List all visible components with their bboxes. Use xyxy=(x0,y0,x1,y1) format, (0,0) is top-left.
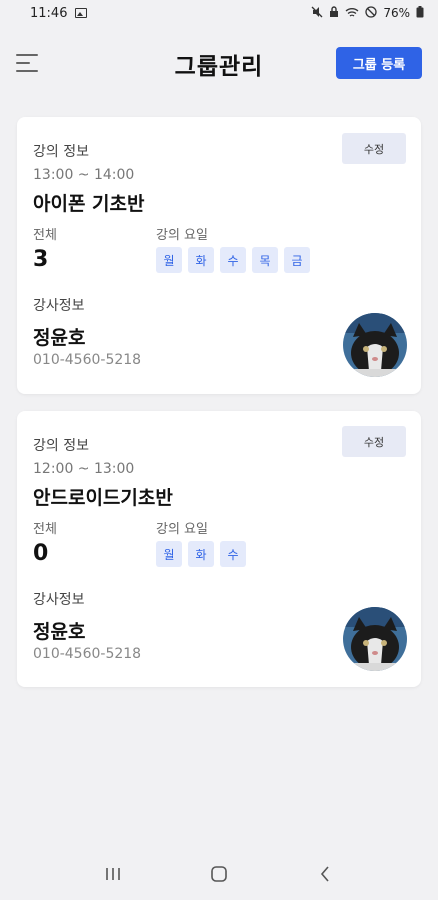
day-chip: 금 xyxy=(284,247,310,273)
blocked-icon xyxy=(365,6,377,20)
menu-icon[interactable] xyxy=(16,54,38,72)
course-time: 12:00 ~ 13:00 xyxy=(33,461,135,477)
day-chip: 수 xyxy=(220,247,246,273)
course-name: 안드로이드기초반 xyxy=(33,487,173,509)
system-nav-bar xyxy=(0,848,438,900)
instructor-avatar xyxy=(343,313,407,377)
status-time: 11:46 xyxy=(30,5,68,21)
recents-icon[interactable] xyxy=(93,856,133,892)
count-label: 전체 xyxy=(33,522,57,537)
image-icon xyxy=(75,8,88,18)
day-chip: 화 xyxy=(188,541,214,567)
days-row: 월 화 수 xyxy=(156,541,246,567)
day-chip: 화 xyxy=(188,247,214,273)
app-header: 그룹관리 그룹 등록 xyxy=(0,26,438,102)
back-icon[interactable] xyxy=(305,856,345,892)
status-left: 11:46 xyxy=(30,5,88,21)
status-bar: 11:46 76% xyxy=(0,0,438,26)
section-label: 강의 정보 xyxy=(33,144,89,160)
count-value: 0 xyxy=(33,541,49,566)
instructor-label: 강사정보 xyxy=(33,592,85,608)
instructor-name: 정윤호 xyxy=(33,327,86,349)
group-card: 강의 정보 수정 12:00 ~ 13:00 안드로이드기초반 전체 0 강의 … xyxy=(17,411,421,687)
battery-text: 76% xyxy=(383,6,410,20)
course-name: 아이폰 기초반 xyxy=(33,193,145,215)
count-value: 3 xyxy=(33,247,49,272)
days-label: 강의 요일 xyxy=(156,228,208,243)
instructor-phone: 010-4560-5218 xyxy=(33,352,142,368)
instructor-label: 강사정보 xyxy=(33,298,85,314)
group-card: 강의 정보 수정 13:00 ~ 14:00 아이폰 기초반 전체 3 강의 요… xyxy=(17,117,421,394)
course-time: 13:00 ~ 14:00 xyxy=(33,167,135,183)
days-label: 강의 요일 xyxy=(156,522,208,537)
mute-icon xyxy=(311,6,323,20)
section-label: 강의 정보 xyxy=(33,438,89,454)
battery-icon xyxy=(416,6,424,20)
page-title: 그룹관리 xyxy=(174,54,264,80)
home-icon[interactable] xyxy=(199,856,239,892)
wifi-icon xyxy=(345,7,359,20)
lock-icon xyxy=(329,6,339,20)
instructor-avatar xyxy=(343,607,407,671)
edit-button[interactable]: 수정 xyxy=(342,133,406,164)
edit-button[interactable]: 수정 xyxy=(342,426,406,457)
day-chip: 목 xyxy=(252,247,278,273)
days-row: 월 화 수 목 금 xyxy=(156,247,310,273)
day-chip: 수 xyxy=(220,541,246,567)
status-right: 76% xyxy=(311,6,424,20)
count-label: 전체 xyxy=(33,228,57,243)
group-register-button[interactable]: 그룹 등록 xyxy=(336,47,422,79)
day-chip: 월 xyxy=(156,541,182,567)
instructor-name: 정윤호 xyxy=(33,621,86,643)
day-chip: 월 xyxy=(156,247,182,273)
instructor-phone: 010-4560-5218 xyxy=(33,646,142,662)
